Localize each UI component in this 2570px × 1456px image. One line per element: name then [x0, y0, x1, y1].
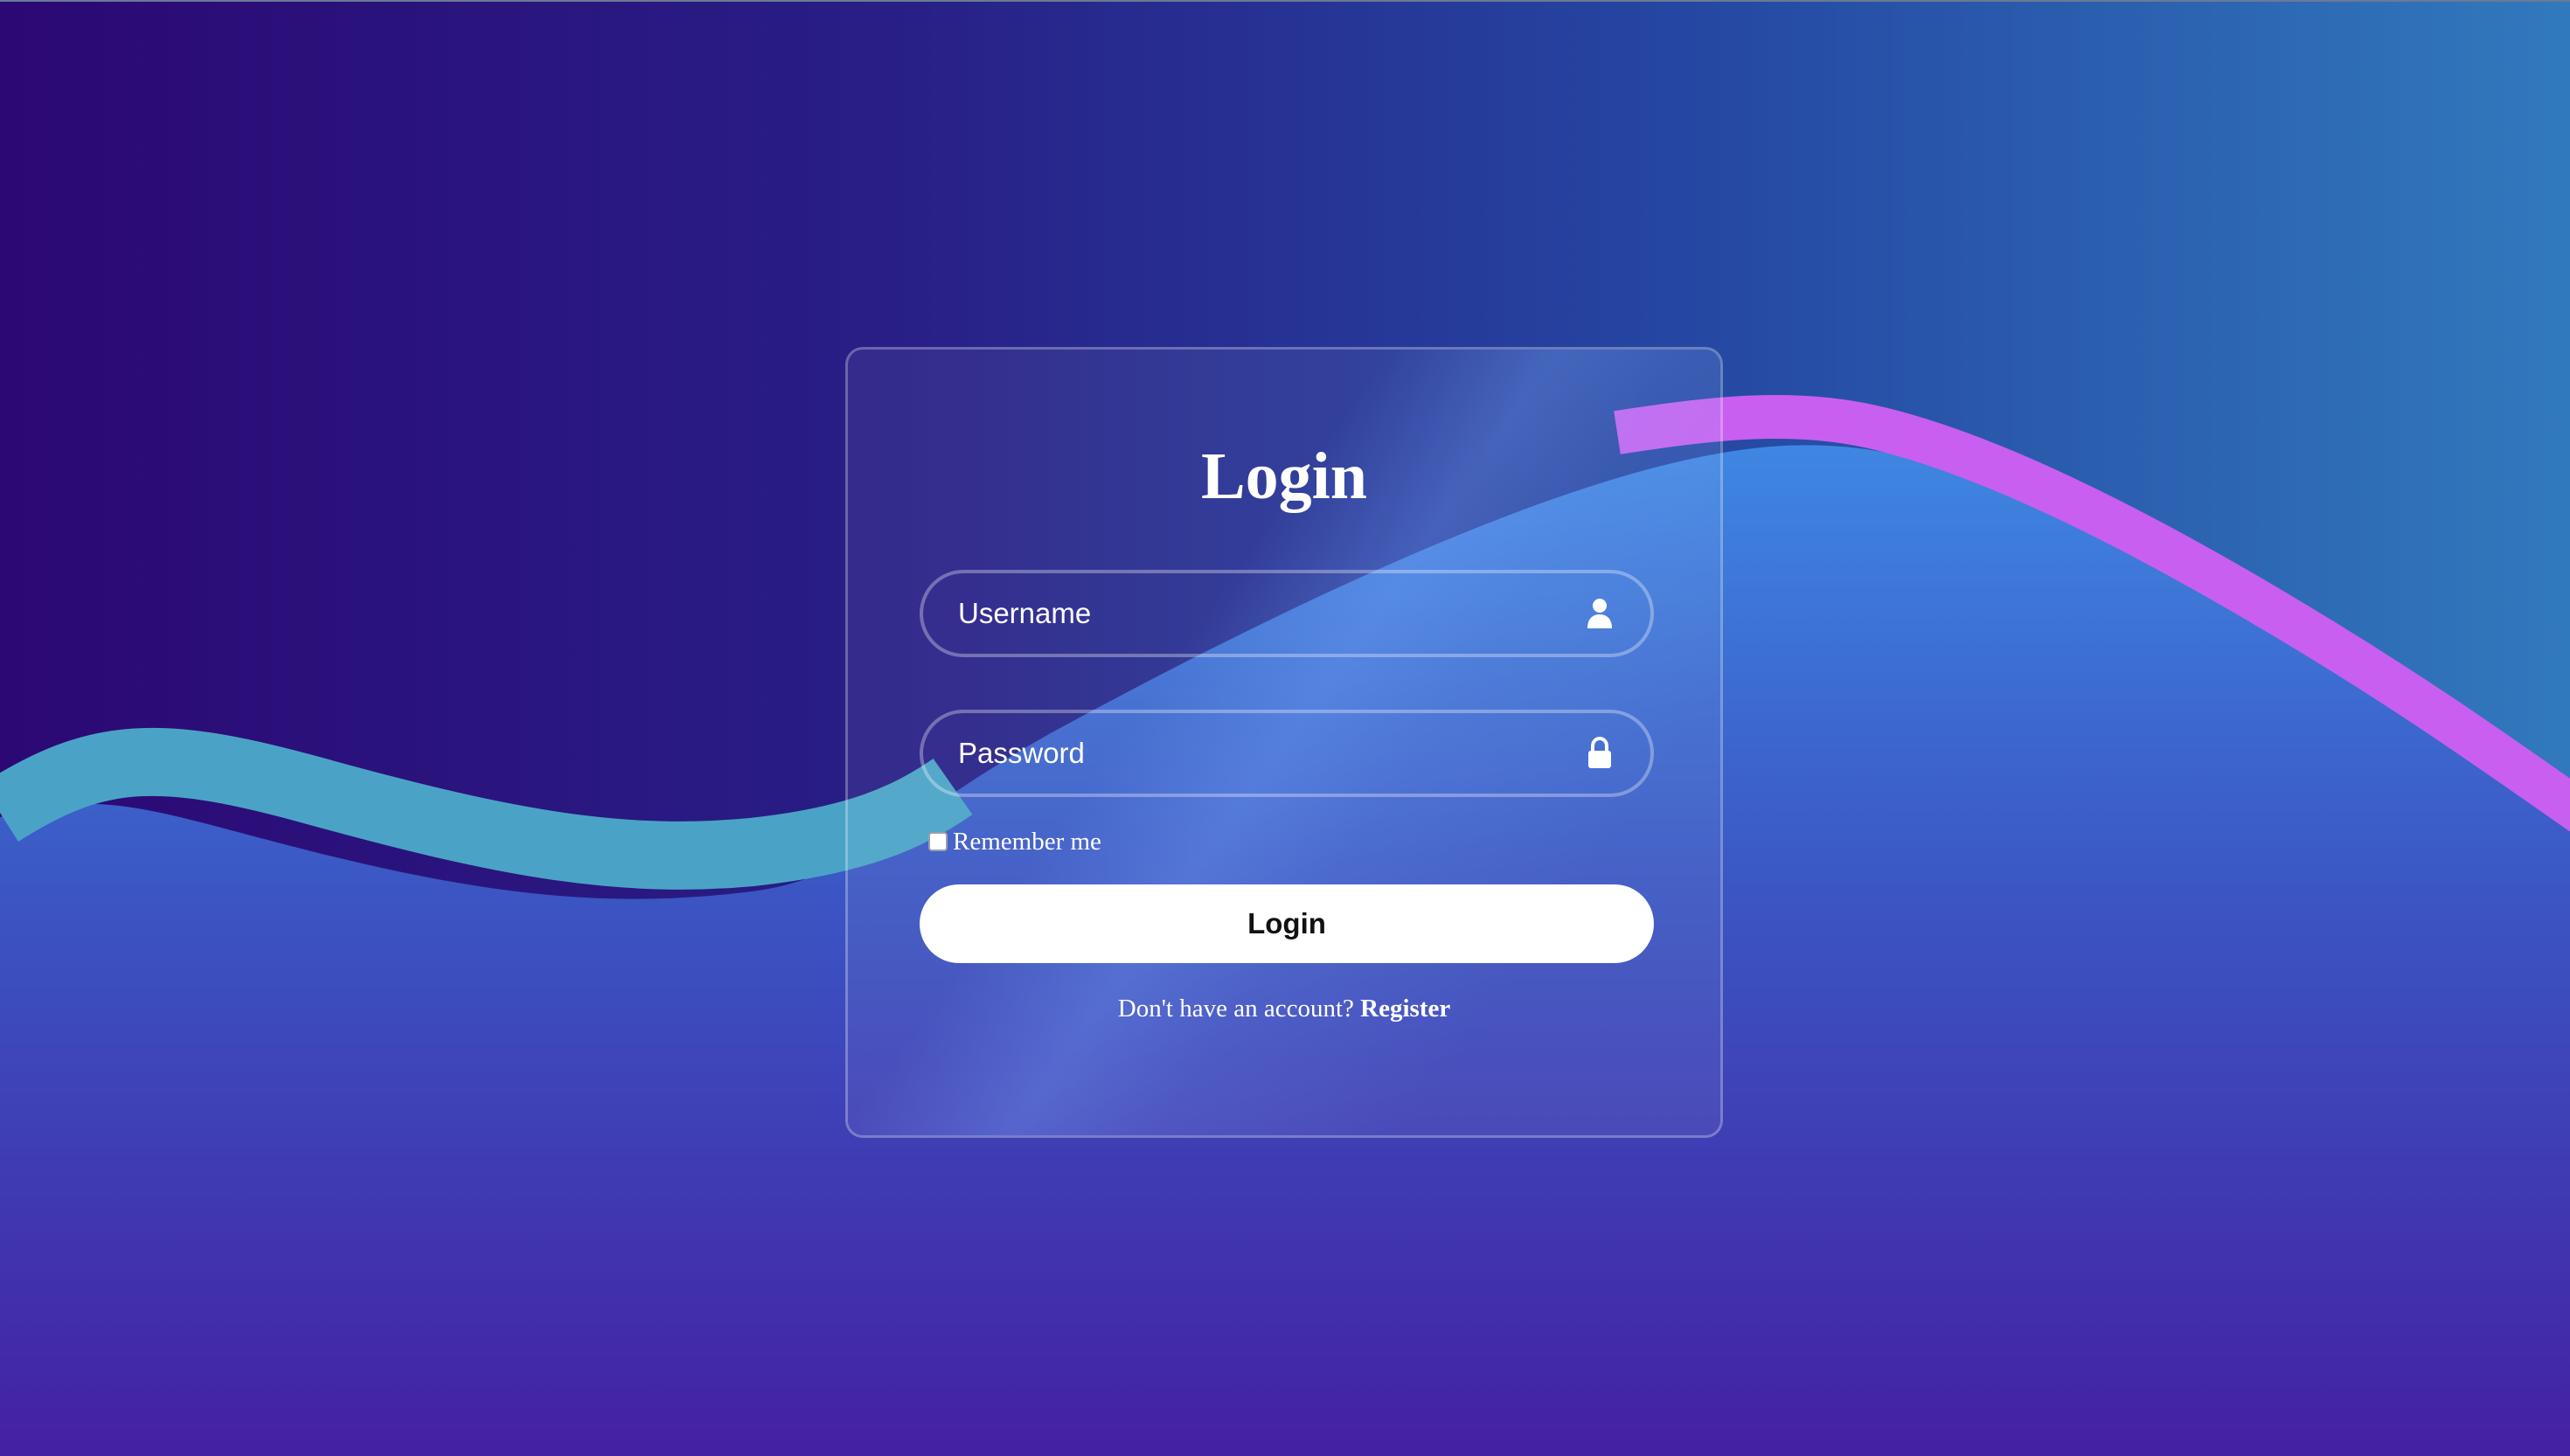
login-card: Login Remember me Login Don't have an ac…	[845, 347, 1723, 1138]
remember-me-label: Remember me	[953, 827, 1101, 856]
lock-icon	[1584, 736, 1615, 771]
remember-me-option[interactable]: Remember me	[928, 824, 1101, 859]
user-icon	[1584, 596, 1615, 631]
username-input[interactable]	[923, 573, 1650, 654]
register-prompt: Don't have an account? Register	[848, 995, 1720, 1023]
password-field[interactable]	[920, 710, 1654, 797]
login-title: Login	[1200, 440, 1368, 513]
username-field[interactable]	[920, 570, 1654, 657]
remember-me-checkbox[interactable]	[928, 832, 948, 851]
login-button[interactable]: Login	[920, 884, 1654, 963]
window-top-border	[0, 0, 2570, 2]
register-link[interactable]: Register	[1360, 995, 1450, 1023]
password-input[interactable]	[923, 713, 1650, 794]
register-prompt-text: Don't have an account?	[1117, 995, 1354, 1023]
